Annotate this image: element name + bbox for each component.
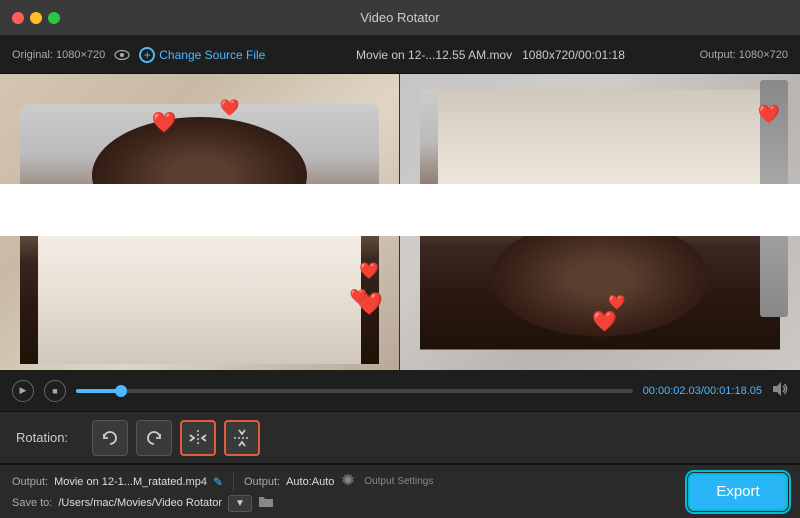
- original-resolution: Original: 1080×720: [12, 49, 105, 61]
- save-path-value: /Users/mac/Movies/Video Rotator: [58, 497, 222, 509]
- change-source-button[interactable]: + Change Source File: [139, 47, 265, 63]
- plus-circle-icon: +: [139, 47, 155, 63]
- close-button[interactable]: [12, 12, 24, 24]
- titlebar: Video Rotator: [0, 0, 800, 36]
- bottom-row-1: Output: Movie on 12-1...M_ratated.mp4 ✎ …: [12, 472, 788, 492]
- privacy-bar: [0, 184, 800, 236]
- app-title: Video Rotator: [360, 10, 439, 25]
- rotation-bar: Rotation:: [0, 412, 800, 464]
- save-to-label: Save to:: [12, 497, 52, 509]
- bottom-bar: Output: Movie on 12-1...M_ratated.mp4 ✎ …: [0, 464, 800, 518]
- filename-display: Movie on 12-...12.55 AM.mov 1080x720/00:…: [289, 48, 691, 62]
- topbar: Original: 1080×720 + Change Source File …: [0, 36, 800, 74]
- save-path-dropdown[interactable]: ▼: [228, 495, 252, 512]
- stop-button[interactable]: ■: [44, 380, 66, 402]
- export-button[interactable]: Export: [688, 473, 788, 511]
- rotate-cw-button[interactable]: [136, 420, 172, 456]
- output-filename: Movie on 12-1...M_ratated.mp4: [54, 476, 207, 488]
- rotation-label: Rotation:: [16, 430, 76, 445]
- bottom-content: Output: Movie on 12-1...M_ratated.mp4 ✎ …: [12, 472, 788, 512]
- folder-icon[interactable]: [258, 495, 274, 512]
- gear-icon[interactable]: [340, 472, 356, 491]
- rotate-ccw-button[interactable]: [92, 420, 128, 456]
- time-display: 00:00:02.03/00:01:18.05: [643, 385, 762, 397]
- output-settings-value: Auto:Auto: [286, 476, 334, 488]
- edit-icon[interactable]: ✎: [213, 475, 223, 489]
- traffic-lights: [12, 12, 60, 24]
- flip-vertical-button[interactable]: [224, 420, 260, 456]
- playback-bar: ▶ ■ 00:00:02.03/00:01:18.05: [0, 370, 800, 412]
- output-settings-section-label: Output Settings: [364, 476, 433, 487]
- preview-area: ❤️ ❤️ ❤️ ❤️ ❤️ ❤️ ❤️ ❤️: [0, 74, 800, 370]
- minimize-button[interactable]: [30, 12, 42, 24]
- progress-thumb[interactable]: [115, 385, 127, 397]
- divider: [233, 472, 234, 492]
- maximize-button[interactable]: [48, 12, 60, 24]
- output-label: Output:: [12, 476, 48, 488]
- play-button[interactable]: ▶: [12, 380, 34, 402]
- output-settings-label: Output:: [244, 476, 280, 488]
- bottom-row-2: Save to: /Users/mac/Movies/Video Rotator…: [12, 495, 788, 512]
- volume-icon[interactable]: [772, 381, 788, 400]
- output-resolution: Output: 1080×720: [700, 49, 788, 61]
- progress-bar[interactable]: [76, 389, 633, 393]
- flip-horizontal-button[interactable]: [180, 420, 216, 456]
- eye-icon[interactable]: [113, 46, 131, 64]
